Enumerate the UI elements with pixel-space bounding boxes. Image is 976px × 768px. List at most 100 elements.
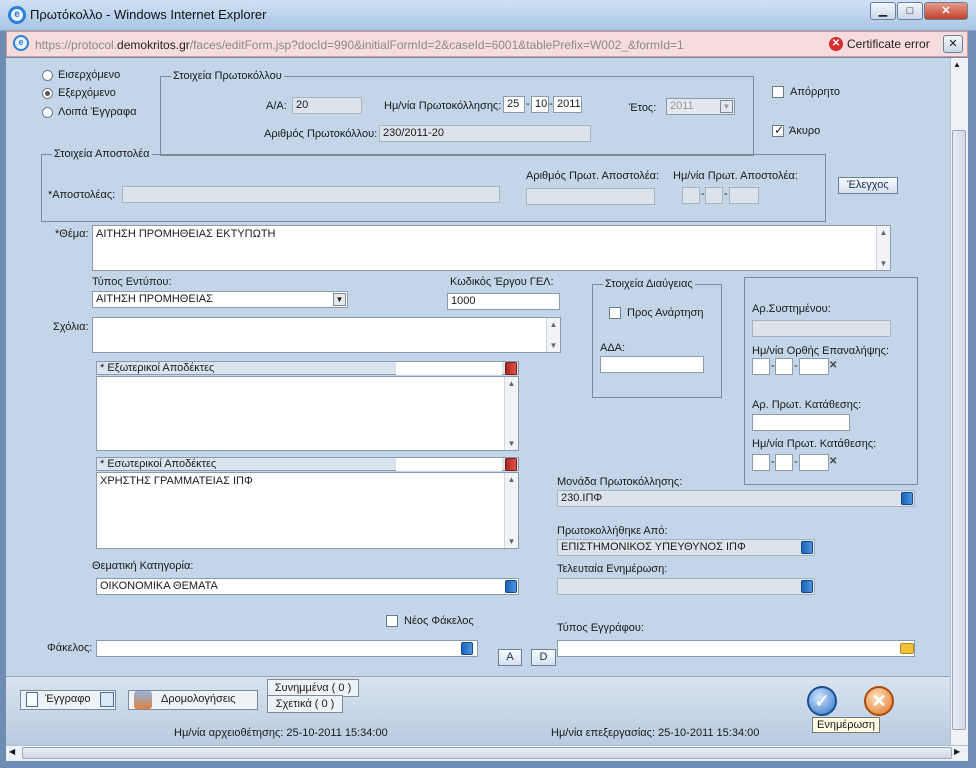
radio-outgoing[interactable] — [42, 88, 53, 99]
diavgeia-legend: Στοιχεία Διαύγειας — [605, 278, 693, 290]
horizontal-scroll-thumb[interactable] — [22, 747, 952, 759]
year-select[interactable]: 2011 ▼ — [666, 98, 735, 115]
akyro-label: Άκυρο — [789, 125, 821, 137]
doc-type-field[interactable] — [557, 640, 915, 657]
cancel-button[interactable]: ✕ — [864, 686, 894, 716]
subject-label: *Θέμα: — [55, 228, 89, 240]
comments-scrollbar[interactable]: ▲ ▼ — [546, 318, 560, 352]
protocol-date-day[interactable]: 25 — [503, 96, 525, 113]
radio-incoming[interactable] — [42, 70, 53, 81]
scroll-left-icon[interactable]: ◀ — [9, 747, 15, 756]
sender-date-label: Ημ/νία Πρωτ. Αποστολέα: — [673, 170, 798, 182]
ada-field[interactable] — [600, 356, 704, 373]
unit-label: Μονάδα Πρωτοκόλλησης: — [557, 476, 683, 488]
deposit-date-month[interactable] — [775, 454, 793, 471]
radio-other[interactable] — [42, 107, 53, 118]
comments-textarea[interactable]: ▲ ▼ — [92, 317, 561, 353]
delivery-date-month[interactable] — [775, 358, 793, 375]
internal-recipient-item[interactable]: ΧΡΗΣΤΗΣ ΓΡΑΜΜΑΤΕΙΑΣ ΙΠΦ — [100, 475, 515, 487]
clear-date-icon[interactable]: ✕ — [829, 360, 837, 371]
date-separator: - — [794, 360, 798, 372]
category-field[interactable]: ΟΙΚΟΝΟΜΙΚΑ ΘΕΜΑΤΑ — [96, 578, 519, 595]
form-content: Εισερχόμενο Εξερχόμενο Λοιπά Έγγραφα Στο… — [6, 58, 950, 676]
window-title: Πρωτόκολλο - Windows Internet Explorer — [30, 7, 267, 22]
diavgeia-fieldset: Στοιχεία Διαύγειας — [592, 278, 722, 398]
clear-date-icon[interactable]: ✕ — [829, 456, 837, 467]
routing-tab-label: Δρομολογήσεις — [161, 693, 236, 705]
year-select-value: 2011 — [670, 100, 694, 112]
attached-field[interactable] — [752, 320, 891, 337]
external-recipients-list[interactable]: ▲ ▼ — [96, 376, 519, 451]
folder-a-button[interactable]: A — [498, 649, 522, 666]
unit-lookup-icon[interactable] — [901, 492, 913, 505]
protocol-number-label: Αριθμός Πρωτοκόλλου: — [264, 128, 378, 140]
deposit-date-year[interactable] — [799, 454, 829, 471]
aporrito-checkbox[interactable] — [772, 86, 784, 98]
for-posting-checkbox[interactable] — [609, 307, 621, 319]
sender-date-month[interactable] — [705, 187, 723, 204]
external-recipients-scrollbar[interactable]: ▲ ▼ — [504, 377, 518, 450]
internal-recipients-search[interactable] — [396, 458, 502, 471]
certificate-error-icon[interactable]: ✕ — [829, 37, 843, 51]
subject-textarea[interactable]: ΑΙΤΗΣΗ ΠΡΟΜΗΘΕΙΑΣ ΕΚΤΥΠΩΤΗ ▲ ▼ — [92, 225, 891, 271]
aa-field: 20 — [292, 97, 362, 114]
vertical-scroll-thumb[interactable] — [952, 130, 966, 730]
protocol-number-field: 230/2011-20 — [379, 125, 591, 142]
registered-by-lookup-icon[interactable] — [801, 541, 813, 554]
radio-other-label: Λοιπά Έγγραφα — [58, 106, 137, 118]
project-code-field[interactable]: 1000 — [447, 293, 560, 310]
window-titlebar: e Πρωτόκολλο - Windows Internet Explorer… — [0, 0, 976, 31]
sender-legend: Στοιχεία Αποστολέα — [54, 148, 150, 160]
update-tooltip: Ενημέρωση — [812, 717, 880, 733]
document-tab-label: Έγγραφο — [45, 693, 91, 705]
scroll-up-icon[interactable]: ▲ — [953, 60, 961, 69]
deposit-date-day[interactable] — [752, 454, 770, 471]
folder-lookup-icon[interactable] — [461, 642, 473, 655]
subject-scrollbar[interactable]: ▲ ▼ — [876, 226, 890, 270]
protocol-date-year[interactable]: 2011 — [553, 96, 582, 113]
last-update-lookup-icon[interactable] — [801, 580, 813, 593]
protocol-legend: Στοιχεία Πρωτοκόλλου — [173, 70, 282, 82]
sender-date-year[interactable] — [729, 187, 759, 204]
sender-number-field[interactable] — [526, 188, 655, 205]
ie-icon: e — [8, 6, 26, 24]
external-recipients-search[interactable] — [396, 362, 502, 375]
close-address-button[interactable]: ✕ — [943, 35, 963, 53]
folder-icon[interactable] — [900, 643, 914, 654]
deposit-number-field[interactable] — [752, 414, 850, 431]
protocol-date-month[interactable]: 10 — [531, 96, 549, 113]
related-button[interactable]: Σχετικά ( 0 ) — [267, 695, 343, 713]
address-book-icon[interactable] — [505, 362, 517, 375]
new-folder-label: Νέος Φάκελος — [404, 615, 474, 627]
sender-date-day[interactable] — [682, 187, 700, 204]
form-type-select[interactable]: ΑΙΤΗΣΗ ΠΡΟΜΗΘΕΙΑΣ ▼ — [92, 291, 348, 308]
scroll-right-icon[interactable]: ▶ — [954, 747, 960, 756]
certificate-error[interactable]: Certificate error — [847, 37, 930, 51]
check-button[interactable]: Έλεγχος — [838, 177, 898, 194]
last-update-field — [557, 578, 815, 595]
address-bar[interactable]: e https://protocol.demokritos.gr/faces/e… — [6, 31, 968, 57]
document-toggle-icon[interactable] — [100, 692, 114, 707]
update-button[interactable]: ✓ — [807, 686, 837, 716]
category-lookup-icon[interactable] — [505, 580, 517, 593]
document-icon — [26, 692, 38, 707]
url-text[interactable]: https://protocol.demokritos.gr/faces/edi… — [35, 38, 684, 52]
close-window-button[interactable]: ✕ — [924, 2, 968, 20]
new-folder-checkbox[interactable] — [386, 615, 398, 627]
delivery-date-year[interactable] — [799, 358, 829, 375]
akyro-checkbox[interactable] — [772, 123, 784, 137]
sender-number-label: Αριθμός Πρωτ. Αποστολέα: — [526, 170, 660, 182]
internal-recipients-list[interactable]: ΧΡΗΣΤΗΣ ΓΡΑΜΜΑΤΕΙΑΣ ΙΠΦ ▲ ▼ — [96, 472, 519, 549]
folder-d-button[interactable]: D — [531, 649, 556, 666]
address-book-icon[interactable] — [505, 458, 517, 471]
delivery-date-day[interactable] — [752, 358, 770, 375]
folder-field[interactable] — [96, 640, 478, 657]
protocol-date-label: Ημ/νία Πρωτοκόλλησης: — [384, 100, 502, 112]
attached-label: Αρ.Συστημένου: — [752, 303, 831, 315]
category-label: Θεματική Κατηγορία: — [92, 560, 194, 572]
maximize-button[interactable]: □ — [897, 2, 923, 20]
internal-recipients-scrollbar[interactable]: ▲ ▼ — [504, 473, 518, 548]
minimize-button[interactable]: ▁ — [870, 2, 896, 20]
bottom-toolbar: Έγγραφο Δρομολογήσεις Συνημμένα ( 0 ) Σχ… — [6, 676, 950, 745]
sender-field[interactable] — [122, 186, 500, 203]
